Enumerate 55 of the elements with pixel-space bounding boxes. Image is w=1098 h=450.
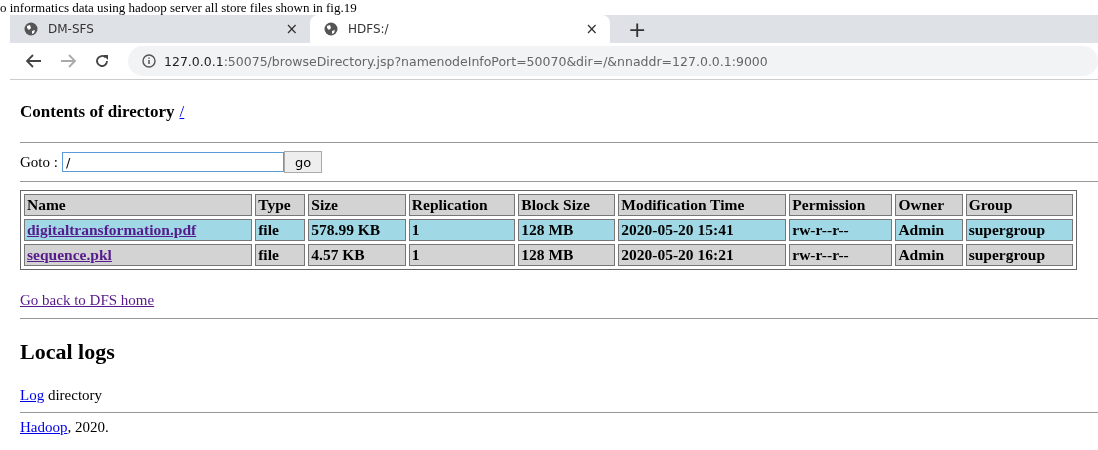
table-cell: file xyxy=(255,244,306,266)
column-header: Name xyxy=(24,194,253,216)
tab-title: HDFS:/ xyxy=(348,22,390,36)
column-header: Replication xyxy=(408,194,516,216)
goto-field[interactable]: / xyxy=(61,152,284,172)
column-header: Size xyxy=(308,194,406,216)
column-header: Block Size xyxy=(518,194,616,216)
goto-label: Goto : xyxy=(20,153,58,171)
reload-icon[interactable] xyxy=(94,53,110,69)
table-cell: Admin xyxy=(895,219,963,241)
table-cell: rw-r--r-- xyxy=(789,219,893,241)
tab-title: DM-SFS xyxy=(48,22,95,36)
file-link[interactable]: sequence.pkl xyxy=(27,246,112,263)
section-heading: Local logs xyxy=(20,339,116,365)
column-header: Type xyxy=(255,194,306,216)
table-cell: supergroup xyxy=(965,219,1073,241)
table-cell: supergroup xyxy=(965,244,1073,266)
table-cell[interactable]: digitaltransformation.pdf xyxy=(24,219,253,241)
column-header: Group xyxy=(965,194,1073,216)
table-cell: file xyxy=(255,219,306,241)
table-cell: 128 MB xyxy=(518,244,616,266)
table-cell: 578.99 KB xyxy=(308,219,406,241)
browser-tab[interactable]: HDFS:/ × xyxy=(310,15,610,43)
column-header: Owner xyxy=(895,194,963,216)
column-header: Modification Time xyxy=(618,194,787,216)
table-cell[interactable]: sequence.pkl xyxy=(24,244,253,266)
table-cell: 128 MB xyxy=(518,219,616,241)
page-heading: Contents of directory xyxy=(20,102,175,123)
close-icon[interactable]: × xyxy=(585,20,598,38)
table-cell: 1 xyxy=(408,244,516,266)
hadoop-link[interactable]: Hadoop xyxy=(20,419,68,435)
globe-icon xyxy=(324,22,338,36)
file-link[interactable]: digitaltransformation.pdf xyxy=(27,221,197,238)
url-text: 127.0.0.1:50075/browseDirectory.jsp?namenodeInfoPort=50070&dir=/&nnaddr=127.0.0.1:9000 xyxy=(164,53,768,69)
table-cell: 2020-05-20 15:41 xyxy=(618,219,787,241)
table-cell: rw-r--r-- xyxy=(789,244,893,266)
log-text: directory xyxy=(47,387,103,403)
address-bar[interactable]: 127.0.0.1:50075/browseDirectory.jsp?namenodeInfoPort=50070&dir=/&nnaddr=127.0.0.1:9000 xyxy=(128,46,1098,76)
column-header: Permission xyxy=(789,194,893,216)
close-icon[interactable]: × xyxy=(285,20,298,38)
caption-text: o informatics data using hadoop server all store files shown in fig.19 xyxy=(0,0,358,15)
log-link[interactable]: Log xyxy=(20,387,45,403)
table-cell: 1 xyxy=(408,219,516,241)
browser-tab[interactable]: DM-SFS × xyxy=(10,15,310,43)
back-link[interactable]: Go back to DFS home xyxy=(20,292,155,308)
table-cell: 4.57 KB xyxy=(308,244,406,266)
go-button[interactable]: go xyxy=(283,151,323,173)
info-icon[interactable] xyxy=(142,54,156,68)
globe-icon xyxy=(24,22,38,36)
table-cell: 2020-05-20 16:21 xyxy=(618,244,787,266)
new-tab-button[interactable]: + xyxy=(628,16,647,42)
table-cell: Admin xyxy=(895,244,963,266)
directory-link[interactable]: / xyxy=(179,102,185,124)
footer-text: , 2020. xyxy=(67,419,109,435)
back-icon[interactable] xyxy=(26,54,42,68)
